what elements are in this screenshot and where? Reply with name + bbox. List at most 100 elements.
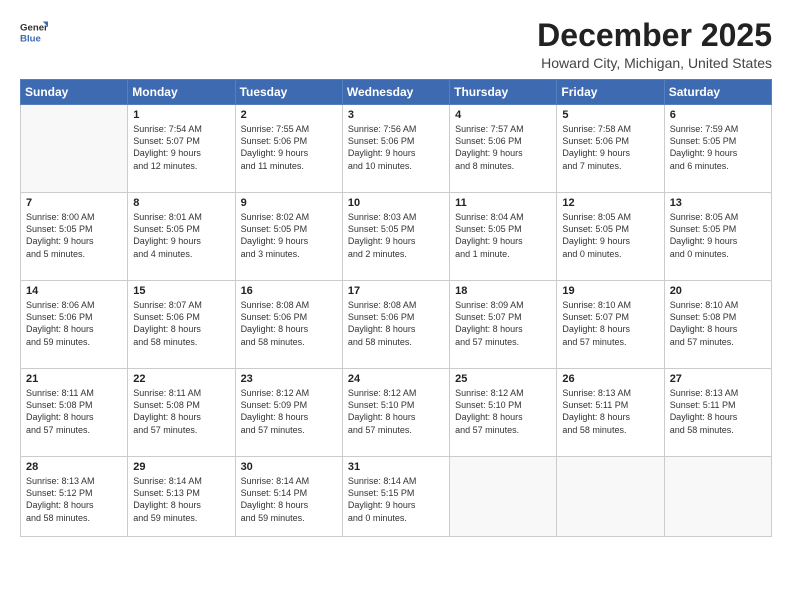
- col-header-tuesday: Tuesday: [235, 80, 342, 105]
- cell-content: Sunrise: 8:12 AM Sunset: 5:10 PM Dayligh…: [455, 387, 551, 436]
- cell-content: Sunrise: 8:03 AM Sunset: 5:05 PM Dayligh…: [348, 211, 444, 260]
- calendar-week-1: 7 Sunrise: 8:00 AM Sunset: 5:05 PM Daylig…: [21, 193, 772, 281]
- day-number: 26: [562, 373, 658, 385]
- calendar-header-row: SundayMondayTuesdayWednesdayThursdayFrid…: [21, 80, 772, 105]
- day-number: 15: [133, 285, 229, 297]
- calendar-cell: 3 Sunrise: 7:56 AM Sunset: 5:06 PM Daylig…: [342, 105, 449, 193]
- calendar-cell: 24 Sunrise: 8:12 AM Sunset: 5:10 PM Dayli…: [342, 369, 449, 457]
- col-header-friday: Friday: [557, 80, 664, 105]
- calendar-cell: 25Sunrise: 8:12 AM Sunset: 5:10 PM Dayli…: [450, 369, 557, 457]
- cell-content: Sunrise: 8:01 AM Sunset: 5:05 PM Dayligh…: [133, 211, 229, 260]
- logo: General Blue: [20, 18, 51, 46]
- calendar-cell: 11 Sunrise: 8:04 AM Sunset: 5:05 PM Dayli…: [450, 193, 557, 281]
- header: General Blue December 2025 Howard City, …: [20, 18, 772, 71]
- svg-text:Blue: Blue: [20, 34, 41, 45]
- cell-content: Sunrise: 8:13 AM Sunset: 5:11 PM Dayligh…: [562, 387, 658, 436]
- svg-text:General: General: [20, 22, 48, 33]
- calendar-week-4: 28Sunrise: 8:13 AM Sunset: 5:12 PM Dayli…: [21, 457, 772, 537]
- calendar-week-0: 1Sunrise: 7:54 AM Sunset: 5:07 PM Daylig…: [21, 105, 772, 193]
- day-number: 29: [133, 461, 229, 473]
- day-number: 20: [670, 285, 766, 297]
- cell-content: Sunrise: 8:08 AM Sunset: 5:06 PM Dayligh…: [348, 299, 444, 348]
- col-header-sunday: Sunday: [21, 80, 128, 105]
- cell-content: Sunrise: 8:11 AM Sunset: 5:08 PM Dayligh…: [133, 387, 229, 436]
- day-number: 3: [348, 109, 444, 121]
- cell-content: Sunrise: 8:05 AM Sunset: 5:05 PM Dayligh…: [670, 211, 766, 260]
- cell-content: Sunrise: 8:04 AM Sunset: 5:05 PM Dayligh…: [455, 211, 551, 260]
- calendar-cell: 27 Sunrise: 8:13 AM Sunset: 5:11 PM Dayli…: [664, 369, 771, 457]
- cell-content: Sunrise: 8:10 AM Sunset: 5:08 PM Dayligh…: [670, 299, 766, 348]
- calendar-week-3: 21Sunrise: 8:11 AM Sunset: 5:08 PM Dayli…: [21, 369, 772, 457]
- calendar-cell: [557, 457, 664, 537]
- calendar-cell: [21, 105, 128, 193]
- calendar-cell: 14Sunrise: 8:06 AM Sunset: 5:06 PM Dayli…: [21, 281, 128, 369]
- calendar-cell: 1Sunrise: 7:54 AM Sunset: 5:07 PM Daylig…: [128, 105, 235, 193]
- title-block: December 2025 Howard City, Michigan, Uni…: [537, 18, 772, 71]
- calendar-cell: 23 Sunrise: 8:12 AM Sunset: 5:09 PM Dayli…: [235, 369, 342, 457]
- calendar-cell: 5Sunrise: 7:58 AM Sunset: 5:06 PM Daylig…: [557, 105, 664, 193]
- cell-content: Sunrise: 8:12 AM Sunset: 5:10 PM Dayligh…: [348, 387, 444, 436]
- cell-content: Sunrise: 8:13 AM Sunset: 5:12 PM Dayligh…: [26, 475, 122, 524]
- calendar-cell: 8 Sunrise: 8:01 AM Sunset: 5:05 PM Daylig…: [128, 193, 235, 281]
- calendar-cell: 10 Sunrise: 8:03 AM Sunset: 5:05 PM Dayli…: [342, 193, 449, 281]
- location: Howard City, Michigan, United States: [537, 55, 772, 71]
- day-number: 12: [562, 197, 658, 209]
- calendar-cell: 20 Sunrise: 8:10 AM Sunset: 5:08 PM Dayli…: [664, 281, 771, 369]
- cell-content: Sunrise: 8:12 AM Sunset: 5:09 PM Dayligh…: [241, 387, 337, 436]
- calendar-cell: 30 Sunrise: 8:14 AM Sunset: 5:14 PM Dayli…: [235, 457, 342, 537]
- cell-content: Sunrise: 8:05 AM Sunset: 5:05 PM Dayligh…: [562, 211, 658, 260]
- calendar-cell: 17 Sunrise: 8:08 AM Sunset: 5:06 PM Dayli…: [342, 281, 449, 369]
- calendar-cell: 29 Sunrise: 8:14 AM Sunset: 5:13 PM Dayli…: [128, 457, 235, 537]
- day-number: 18: [455, 285, 551, 297]
- calendar-table: SundayMondayTuesdayWednesdayThursdayFrid…: [20, 79, 772, 537]
- cell-content: Sunrise: 8:14 AM Sunset: 5:14 PM Dayligh…: [241, 475, 337, 524]
- day-number: 22: [133, 373, 229, 385]
- calendar-cell: [450, 457, 557, 537]
- cell-content: Sunrise: 7:59 AM Sunset: 5:05 PM Dayligh…: [670, 123, 766, 172]
- day-number: 19: [562, 285, 658, 297]
- cell-content: Sunrise: 8:13 AM Sunset: 5:11 PM Dayligh…: [670, 387, 766, 436]
- calendar-cell: [664, 457, 771, 537]
- calendar-cell: 26 Sunrise: 8:13 AM Sunset: 5:11 PM Dayli…: [557, 369, 664, 457]
- day-number: 24: [348, 373, 444, 385]
- col-header-thursday: Thursday: [450, 80, 557, 105]
- day-number: 10: [348, 197, 444, 209]
- cell-content: Sunrise: 8:02 AM Sunset: 5:05 PM Dayligh…: [241, 211, 337, 260]
- cell-content: Sunrise: 8:06 AM Sunset: 5:06 PM Dayligh…: [26, 299, 122, 348]
- day-number: 2: [241, 109, 337, 121]
- cell-content: Sunrise: 8:00 AM Sunset: 5:05 PM Dayligh…: [26, 211, 122, 260]
- cell-content: Sunrise: 7:56 AM Sunset: 5:06 PM Dayligh…: [348, 123, 444, 172]
- day-number: 6: [670, 109, 766, 121]
- month-title: December 2025: [537, 18, 772, 53]
- calendar-cell: 12 Sunrise: 8:05 AM Sunset: 5:05 PM Dayli…: [557, 193, 664, 281]
- day-number: 27: [670, 373, 766, 385]
- calendar-cell: 19Sunrise: 8:10 AM Sunset: 5:07 PM Dayli…: [557, 281, 664, 369]
- calendar-cell: 13Sunrise: 8:05 AM Sunset: 5:05 PM Dayli…: [664, 193, 771, 281]
- day-number: 11: [455, 197, 551, 209]
- calendar-cell: 21Sunrise: 8:11 AM Sunset: 5:08 PM Dayli…: [21, 369, 128, 457]
- day-number: 5: [562, 109, 658, 121]
- cell-content: Sunrise: 8:09 AM Sunset: 5:07 PM Dayligh…: [455, 299, 551, 348]
- day-number: 16: [241, 285, 337, 297]
- day-number: 4: [455, 109, 551, 121]
- col-header-monday: Monday: [128, 80, 235, 105]
- calendar-cell: 7 Sunrise: 8:00 AM Sunset: 5:05 PM Daylig…: [21, 193, 128, 281]
- calendar-week-2: 14Sunrise: 8:06 AM Sunset: 5:06 PM Dayli…: [21, 281, 772, 369]
- col-header-wednesday: Wednesday: [342, 80, 449, 105]
- calendar-cell: 15Sunrise: 8:07 AM Sunset: 5:06 PM Dayli…: [128, 281, 235, 369]
- day-number: 30: [241, 461, 337, 473]
- day-number: 23: [241, 373, 337, 385]
- cell-content: Sunrise: 8:14 AM Sunset: 5:13 PM Dayligh…: [133, 475, 229, 524]
- day-number: 8: [133, 197, 229, 209]
- calendar-cell: 6 Sunrise: 7:59 AM Sunset: 5:05 PM Daylig…: [664, 105, 771, 193]
- calendar-cell: 31 Sunrise: 8:14 AM Sunset: 5:15 PM Dayli…: [342, 457, 449, 537]
- day-number: 17: [348, 285, 444, 297]
- day-number: 31: [348, 461, 444, 473]
- calendar-cell: 9 Sunrise: 8:02 AM Sunset: 5:05 PM Daylig…: [235, 193, 342, 281]
- page: General Blue December 2025 Howard City, …: [0, 0, 792, 612]
- day-number: 7: [26, 197, 122, 209]
- calendar-cell: 16Sunrise: 8:08 AM Sunset: 5:06 PM Dayli…: [235, 281, 342, 369]
- cell-content: Sunrise: 8:14 AM Sunset: 5:15 PM Dayligh…: [348, 475, 444, 524]
- day-number: 9: [241, 197, 337, 209]
- col-header-saturday: Saturday: [664, 80, 771, 105]
